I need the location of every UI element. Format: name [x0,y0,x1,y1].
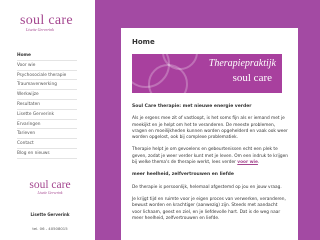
nav-item-werkwijze[interactable]: Werkwijze [17,90,77,100]
banner-brand: soul care [232,72,272,84]
nav-item-traumaverwerking[interactable]: Traumaverwerking [17,80,77,91]
page-title: Home [132,38,155,46]
sidebar: soul care Lisette Gerverink Home Voor wi… [0,0,95,240]
site-logo[interactable]: soul care Lisette Gerverink [20,13,80,33]
footer-logo-subtitle: Lisette Gerverink [37,191,63,195]
paragraph-3: De therapie is persoonlijk, helemaal afg… [132,184,282,190]
footer-logo-name: soul care [29,179,71,191]
hero-banner: Therapiepraktijk soul care [132,54,282,93]
contact-phone: tel. 06 - 40508015 [32,226,68,231]
section-heading-1: Soul Care therapie: met nieuwe energie v… [132,104,252,109]
nav-item-psychosociale-therapie[interactable]: Psychosociale therapie [17,71,77,81]
contact-name: Lisette Gerverink [30,212,70,217]
banner-title: Therapiepraktijk [208,58,276,69]
voor-wie-link[interactable]: voor wie [237,160,258,165]
paragraph-2: Therapie helpt je om gevoelens en gebeur… [132,147,288,166]
nav-item-ervaringen[interactable]: Ervaringen [17,120,77,130]
paragraph-4: Je krijgt tijd en ruimte voor je eigen p… [132,196,286,221]
nav-item-tarieven[interactable]: Tarieven [17,129,77,140]
article-body: Soul Care therapie: met nieuwe energie v… [132,104,288,222]
main-navigation: Home Voor wie Psychosociale therapie Tra… [17,51,77,159]
logo-name: soul care [20,13,73,28]
nav-item-home[interactable]: Home [17,51,77,61]
nav-item-contact[interactable]: Contact [17,139,77,149]
paragraph-2-text: Therapie helpt je om gevoelens en gebeur… [132,147,288,166]
main-content: Home Therapiepraktijk soul care Soul Car… [121,28,298,240]
paragraph-1: Als je ergens mee zit of vastloopt, is h… [132,116,288,141]
nav-item-resultaten[interactable]: Resultaten [17,100,77,110]
nav-item-voor-wie[interactable]: Voor wie [17,61,77,71]
nav-item-lisette-gerverink[interactable]: Lisette Gerverink [17,110,77,120]
section-heading-2: meer heelheid, zelfvertrouwen en liefde [132,172,234,178]
nav-item-blog[interactable]: Blog en nieuws [17,149,77,159]
footer-logo: soul care Lisette Gerverink [25,179,75,195]
contact-info: Lisette Gerverink tel. 06 - 40508015 [25,212,75,231]
